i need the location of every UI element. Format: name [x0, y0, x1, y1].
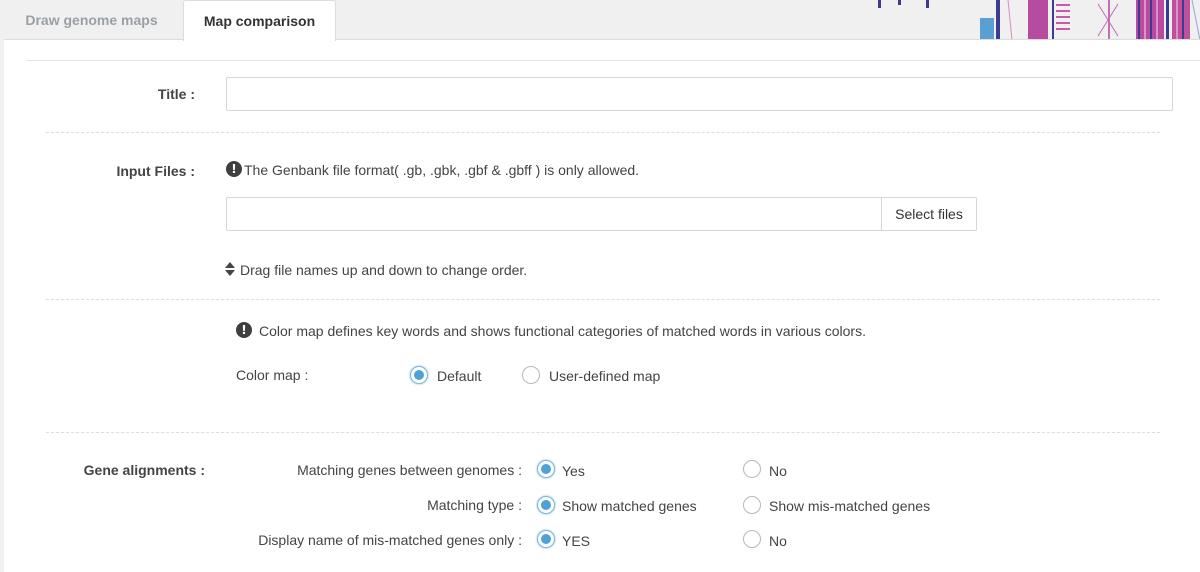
mismatched-names-yes-label[interactable]: YES — [562, 533, 590, 549]
tab-map-comparison[interactable]: Map comparison — [183, 0, 336, 41]
color-map-user-defined-label[interactable]: User-defined map — [549, 368, 660, 384]
file-path-input[interactable] — [226, 197, 882, 231]
divider — [46, 299, 1160, 300]
matching-type-label: Matching type : — [427, 497, 522, 513]
divider — [46, 132, 1160, 133]
color-map-default-label[interactable]: Default — [437, 368, 481, 384]
matching-genes-yes-label[interactable]: Yes — [562, 463, 585, 479]
mismatched-names-yes-radio[interactable] — [537, 530, 555, 548]
gene-alignments-label: Gene alignments : — [83, 462, 205, 478]
select-files-button[interactable]: Select files — [881, 197, 977, 231]
mismatched-names-no-label[interactable]: No — [769, 533, 787, 549]
drag-hint: Drag file names up and down to change or… — [240, 262, 528, 278]
sort-icon — [225, 262, 235, 276]
color-map-label: Color map : — [236, 367, 309, 383]
matching-type-matched-label[interactable]: Show matched genes — [562, 498, 697, 514]
top-divider — [26, 60, 1200, 61]
color-map-note: Color map defines key words and shows fu… — [259, 323, 866, 339]
map-comparison-panel: Title : Input Files : ! The Genbank file… — [4, 39, 1200, 572]
input-files-note: The Genbank file format( .gb, .gbk, .gbf… — [244, 162, 640, 178]
matching-genes-label: Matching genes between genomes : — [297, 462, 522, 478]
title-label: Title : — [157, 86, 195, 102]
title-input[interactable] — [226, 77, 1173, 111]
tab-bar: Draw genome maps Map comparison — [0, 0, 1200, 41]
matching-type-mismatched-radio[interactable] — [743, 496, 761, 514]
color-map-default-radio[interactable] — [410, 366, 428, 384]
matching-genes-no-radio[interactable] — [743, 460, 761, 478]
matching-type-mismatched-label[interactable]: Show mis-matched genes — [769, 498, 930, 514]
divider — [46, 432, 1160, 433]
mismatched-names-label: Display name of mis-matched genes only : — [258, 532, 522, 548]
info-circle-icon: ! — [236, 322, 252, 338]
mismatched-names-no-radio[interactable] — [743, 530, 761, 548]
input-files-label: Input Files : — [116, 163, 195, 179]
matching-genes-no-label[interactable]: No — [769, 463, 787, 479]
genome-banner-graphic — [878, 0, 1200, 40]
info-circle-icon: ! — [226, 161, 242, 177]
tab-draw-genome-maps[interactable]: Draw genome maps — [0, 0, 183, 40]
matching-genes-yes-radio[interactable] — [537, 460, 555, 478]
matching-type-matched-radio[interactable] — [537, 496, 555, 514]
color-map-user-defined-radio[interactable] — [522, 366, 540, 384]
